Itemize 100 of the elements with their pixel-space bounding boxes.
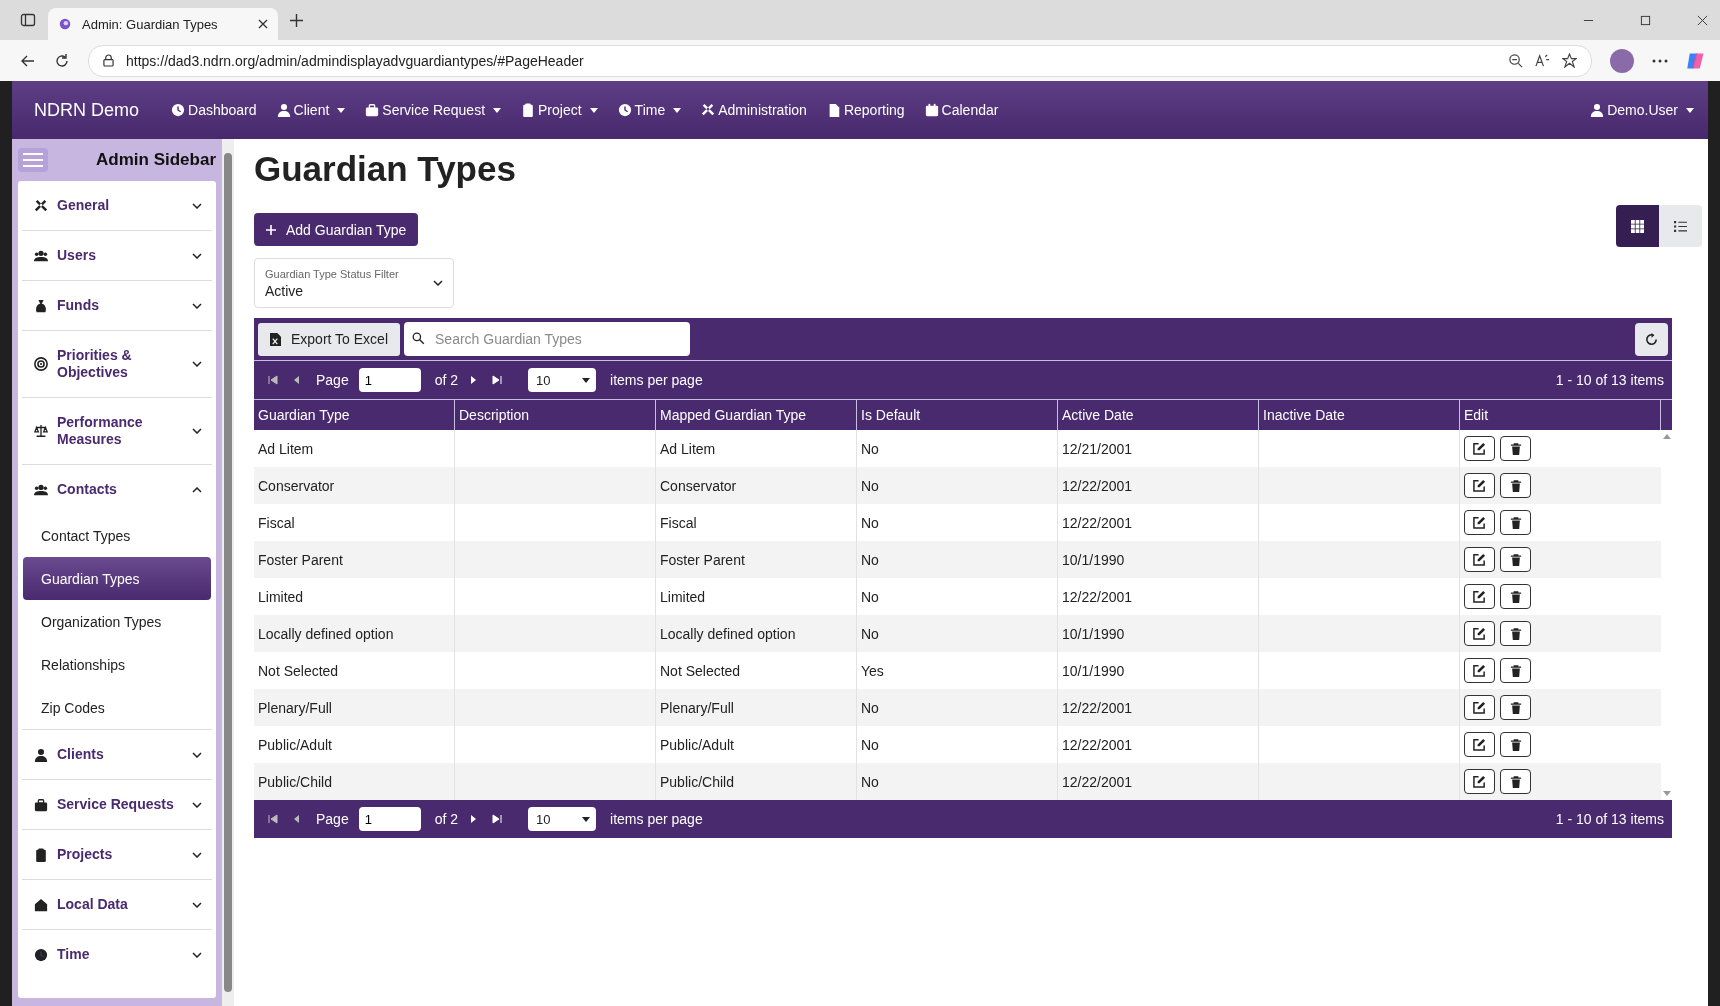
- edit-button[interactable]: [1464, 658, 1495, 683]
- zoom-out-icon[interactable]: [1508, 53, 1523, 68]
- edit-button[interactable]: [1464, 510, 1495, 535]
- table-cell: No: [861, 440, 879, 457]
- last-page-icon[interactable]: [492, 814, 503, 824]
- search-icon: [412, 332, 425, 345]
- sidebar-toggle-icon[interactable]: [20, 12, 36, 28]
- last-page-icon[interactable]: [492, 375, 503, 385]
- delete-button[interactable]: [1500, 695, 1531, 720]
- edit-icon: [1473, 553, 1486, 566]
- first-page-icon[interactable]: [268, 375, 278, 385]
- nav-icon: [365, 103, 380, 117]
- sidebar-section[interactable]: Contacts: [22, 465, 212, 514]
- trash-icon: [1509, 553, 1522, 566]
- grid-view-button[interactable]: [1616, 205, 1659, 247]
- edit-button[interactable]: [1464, 436, 1495, 461]
- sidebar-item[interactable]: Organization Types: [23, 600, 211, 643]
- nav-link[interactable]: Calendar: [924, 102, 999, 118]
- section-icon: [34, 357, 48, 371]
- browser-tab[interactable]: Admin: Guardian Types: [48, 8, 278, 40]
- scroll-up-icon[interactable]: [1662, 434, 1671, 439]
- add-button[interactable]: Add Guardian Type: [254, 213, 419, 246]
- new-tab-icon[interactable]: [290, 13, 303, 27]
- delete-button[interactable]: [1500, 584, 1531, 609]
- table-cell: Conservator: [660, 477, 737, 494]
- refresh-icon: [1644, 331, 1659, 347]
- table-cell: Foster Parent: [258, 551, 343, 568]
- page-size-dropdown[interactable]: 10: [528, 807, 597, 831]
- nav-link[interactable]: Dashboard: [171, 102, 257, 118]
- table-cell: 10/1/1990: [1062, 625, 1125, 642]
- delete-button[interactable]: [1500, 621, 1531, 646]
- sidebar-section[interactable]: Time: [22, 930, 212, 979]
- sidebar-section[interactable]: General: [22, 181, 212, 230]
- read-aloud-icon[interactable]: [1535, 53, 1550, 68]
- sidebar-title: Admin Sidebar: [96, 150, 216, 170]
- page-field[interactable]: 1: [358, 807, 421, 831]
- edit-button[interactable]: [1464, 584, 1495, 609]
- delete-button[interactable]: [1500, 510, 1531, 535]
- page-size-dropdown[interactable]: 10: [528, 368, 597, 392]
- nav-link[interactable]: Service Request: [365, 102, 502, 118]
- section-icon: [34, 797, 48, 812]
- maximize-icon[interactable]: [1640, 14, 1651, 26]
- table-cell: Public/Adult: [258, 736, 332, 753]
- trash-icon: [1509, 738, 1522, 751]
- sidebar-section[interactable]: Priorities & Objectives: [22, 331, 212, 397]
- sidebar-item[interactable]: Zip Codes: [23, 686, 211, 729]
- profile-avatar[interactable]: [1610, 48, 1634, 73]
- refresh-icon[interactable]: [54, 52, 70, 69]
- table-cell: No: [861, 514, 879, 531]
- table-cell: 12/22/2001: [1062, 699, 1133, 716]
- delete-button[interactable]: [1500, 547, 1531, 572]
- sidebar-section[interactable]: Users: [22, 231, 212, 280]
- previous-page-icon[interactable]: [292, 814, 302, 824]
- sidebar-section[interactable]: Clients: [22, 730, 212, 779]
- sidebar-section[interactable]: Projects: [22, 830, 212, 879]
- close-icon[interactable]: [1697, 14, 1708, 26]
- scrollbar[interactable]: [222, 139, 234, 1006]
- edit-button[interactable]: [1464, 473, 1495, 498]
- search-field[interactable]: Search Guardian Types: [404, 322, 690, 356]
- delete-button[interactable]: [1500, 732, 1531, 757]
- export-button[interactable]: Export To Excel: [258, 322, 400, 356]
- sidebar-item[interactable]: Relationships: [23, 643, 211, 686]
- nav-link[interactable]: Client: [276, 102, 346, 118]
- edit-button[interactable]: [1464, 769, 1495, 794]
- status-filter-dropdown[interactable]: Guardian Type Status Filter Active: [254, 258, 454, 308]
- sidebar-section[interactable]: Performance Measures: [22, 398, 212, 464]
- previous-page-icon[interactable]: [292, 375, 302, 385]
- delete-button[interactable]: [1500, 473, 1531, 498]
- item-count: 1 - 10 of 13 items: [1555, 372, 1664, 388]
- edit-button[interactable]: [1464, 732, 1495, 757]
- more-icon[interactable]: [1652, 58, 1668, 63]
- edit-button[interactable]: [1464, 547, 1495, 572]
- user-menu[interactable]: Demo.User: [1590, 102, 1694, 118]
- page-field[interactable]: 1: [358, 368, 421, 392]
- edit-button[interactable]: [1464, 695, 1495, 720]
- first-page-icon[interactable]: [268, 814, 278, 824]
- sidebar-section[interactable]: Local Data: [22, 880, 212, 929]
- refresh-button[interactable]: [1635, 322, 1668, 356]
- delete-button[interactable]: [1500, 769, 1531, 794]
- delete-button[interactable]: [1500, 436, 1531, 461]
- sidebar-section[interactable]: Service Requests: [22, 780, 212, 829]
- nav-link[interactable]: Project: [521, 102, 598, 118]
- table-cell: Locally defined option: [660, 625, 796, 642]
- brand-link[interactable]: NDRN Demo: [34, 99, 139, 121]
- edit-button[interactable]: [1464, 621, 1495, 646]
- close-icon[interactable]: [258, 19, 268, 29]
- section-icon: [34, 947, 48, 962]
- items-per-page-label: items per page: [610, 372, 703, 388]
- scroll-down-icon[interactable]: [1662, 791, 1671, 796]
- sidebar-item[interactable]: Contact Types: [23, 514, 211, 557]
- spiral-icon: [58, 17, 72, 31]
- sidebar-section[interactable]: Funds: [22, 281, 212, 330]
- nav-link[interactable]: Administration: [701, 102, 807, 118]
- nav-link[interactable]: Time: [617, 102, 682, 118]
- nav-link[interactable]: Reporting: [826, 102, 905, 118]
- address-bar[interactable]: https://dad3.ndrn.org/admin/admindisplayadvguardiantypes/#PageHeader: [88, 44, 1592, 77]
- delete-button[interactable]: [1500, 658, 1531, 683]
- star-icon[interactable]: [1562, 53, 1577, 68]
- sidebar-item[interactable]: Guardian Types: [23, 557, 211, 600]
- section-icon: [34, 424, 48, 438]
